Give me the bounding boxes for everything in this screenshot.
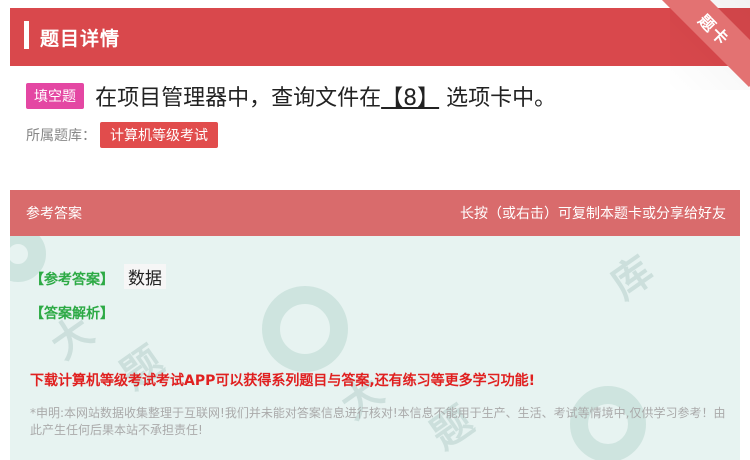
answer-analysis-label: 【答案解析】 [30, 306, 114, 322]
answer-analysis: 【答案解析】 [30, 303, 114, 323]
disclaimer-text: *申明:本网站数据收集整理于互联网!我们并未能对答案信息进行核对!本信息不能用于… [30, 406, 726, 437]
question-text-before: 在项目管理器中，查询文件在 [95, 86, 382, 111]
question-block: 填空题 在项目管理器中，查询文件在【8】 选项卡中。 [26, 80, 736, 112]
question-text-after: 选项卡中。 [446, 86, 557, 111]
question-blank: 【8】 [381, 86, 440, 111]
watermark-glyph: 库 [602, 247, 662, 309]
bank-tag[interactable]: 计算机等级考试 [100, 122, 218, 148]
reference-answer: 【参考答案】 数据 [30, 264, 166, 289]
question-type-badge: 填空题 [26, 83, 84, 109]
header-accent-bar [24, 21, 29, 49]
question-bank: 所属题库： 计算机等级考试 [26, 122, 218, 148]
app-download-promo[interactable]: 下载计算机等级考试考试APP可以获得系列题目与答案,还有练习等更多学习功能! [30, 370, 535, 390]
answer-body: 大 题 大 题 库 【参考答案】 数据 【答案解析】 下载计算机等级考试考试APP… [10, 236, 740, 460]
copy-share-hint: 长按（或右击）可复制本题卡或分享给好友 [460, 206, 726, 222]
reference-answer-label: 【参考答案】 [30, 272, 114, 288]
page-header: 题目详情 [10, 8, 750, 66]
watermark-logo [262, 286, 348, 372]
answer-header: 参考答案 长按（或右击）可复制本题卡或分享给好友 [10, 190, 740, 236]
bank-label: 所属题库： [26, 128, 96, 144]
reference-answer-value: 数据 [124, 264, 166, 289]
page-title: 题目详情 [40, 28, 121, 50]
answer-header-title: 参考答案 [26, 206, 82, 222]
question-text: 在项目管理器中，查询文件在【8】 选项卡中。 [95, 86, 556, 111]
